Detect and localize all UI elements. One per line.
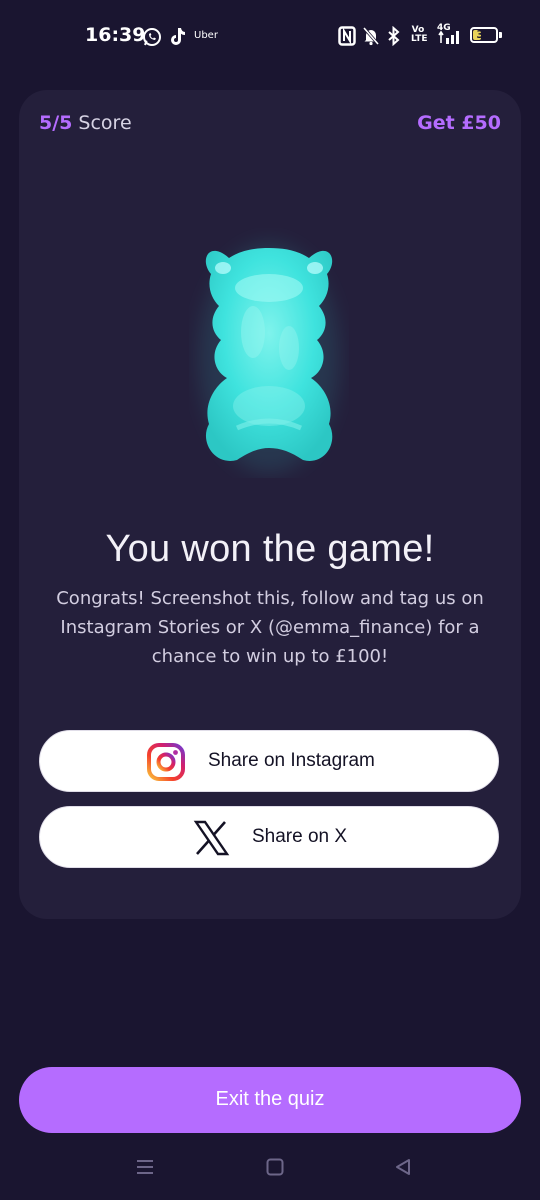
share-instagram-label: Share on Instagram xyxy=(208,750,375,771)
menu-icon[interactable] xyxy=(135,1157,155,1177)
whatsapp-icon xyxy=(143,28,161,46)
score: 5/5 Score xyxy=(39,112,132,134)
instagram-icon xyxy=(147,743,185,781)
share-instagram-button[interactable]: Share on Instagram xyxy=(39,730,499,792)
battery-tip xyxy=(499,32,502,38)
reward-link[interactable]: Get £50 xyxy=(417,112,501,134)
uber-icon: Uber xyxy=(194,30,218,41)
exit-quiz-label: Exit the quiz xyxy=(215,1088,325,1110)
home-icon[interactable] xyxy=(265,1157,285,1177)
status-bar: 16:39 Uber Vo LTE 4G 35 xyxy=(0,0,540,72)
result-title: You won the game! xyxy=(105,528,435,570)
battery-icon: 35 xyxy=(470,27,498,43)
signal-icon xyxy=(438,30,459,44)
gummy-bear-icon xyxy=(189,228,349,478)
tiktok-icon xyxy=(171,28,185,45)
system-nav-bar xyxy=(0,1145,540,1190)
muted-bell-icon xyxy=(362,27,380,46)
status-time: 16:39 xyxy=(85,24,146,46)
x-logo-icon xyxy=(193,820,230,856)
share-x-label: Share on X xyxy=(252,826,348,847)
nfc-icon xyxy=(338,26,356,46)
battery-percent: 35 xyxy=(476,28,492,41)
share-x-button[interactable]: Share on X xyxy=(39,806,499,868)
back-icon[interactable] xyxy=(393,1157,413,1177)
score-value: 5/5 xyxy=(39,112,73,134)
bluetooth-icon xyxy=(388,26,400,46)
result-description: Congrats! Screenshot this, follow and ta… xyxy=(56,588,484,667)
exit-quiz-button[interactable]: Exit the quiz xyxy=(19,1067,521,1133)
score-label: Score xyxy=(72,112,132,134)
volte-icon: Vo LTE xyxy=(411,25,428,44)
result-card: 5/5 Score Get £50 You won the game! Cong… xyxy=(19,90,521,919)
